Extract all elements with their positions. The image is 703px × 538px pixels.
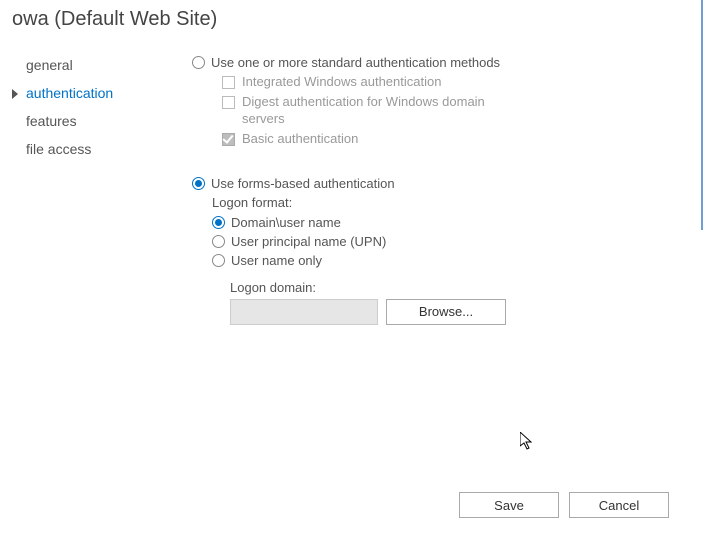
radio-selected-icon xyxy=(192,177,205,190)
digest-auth-checkbox-row[interactable]: Digest authentication for Windows domain… xyxy=(222,94,691,128)
browse-button[interactable]: Browse... xyxy=(386,299,506,325)
standard-auth-label: Use one or more standard authentication … xyxy=(211,55,500,70)
upn-radio-row[interactable]: User principal name (UPN) xyxy=(212,234,691,249)
logon-domain-controls: Browse... xyxy=(230,299,691,325)
sidebar: general authentication features file acc… xyxy=(12,41,152,325)
cancel-button[interactable]: Cancel xyxy=(569,492,669,518)
domain-username-label: Domain\user name xyxy=(231,215,341,230)
checkbox-checked-icon xyxy=(222,133,235,146)
logon-domain-section: Logon domain: Browse... xyxy=(230,280,691,325)
main-panel: Use one or more standard authentication … xyxy=(152,41,691,325)
standard-auth-radio-row[interactable]: Use one or more standard authentication … xyxy=(192,55,691,70)
basic-auth-label: Basic authentication xyxy=(242,131,358,148)
checkbox-icon xyxy=(222,76,235,89)
content-area: general authentication features file acc… xyxy=(0,41,703,325)
forms-auth-radio-row[interactable]: Use forms-based authentication xyxy=(192,176,691,191)
sidebar-item-general[interactable]: general xyxy=(12,51,152,79)
footer-buttons: Save Cancel xyxy=(459,492,669,518)
sidebar-item-file-access[interactable]: file access xyxy=(12,135,152,163)
radio-selected-icon xyxy=(212,216,225,229)
radio-icon xyxy=(192,56,205,69)
forms-auth-section: Use forms-based authentication Logon for… xyxy=(192,176,691,325)
sidebar-item-features[interactable]: features xyxy=(12,107,152,135)
forms-auth-label: Use forms-based authentication xyxy=(211,176,395,191)
domain-username-radio-row[interactable]: Domain\user name xyxy=(212,215,691,230)
digest-auth-label: Digest authentication for Windows domain… xyxy=(242,94,522,128)
checkbox-icon xyxy=(222,96,235,109)
page-title: owa (Default Web Site) xyxy=(0,0,703,41)
logon-domain-input[interactable] xyxy=(230,299,378,325)
integrated-windows-label: Integrated Windows authentication xyxy=(242,74,441,91)
radio-icon xyxy=(212,254,225,267)
logon-format-group: Domain\user name User principal name (UP… xyxy=(212,215,691,268)
upn-label: User principal name (UPN) xyxy=(231,234,386,249)
basic-auth-checkbox-row[interactable]: Basic authentication xyxy=(222,131,691,148)
logon-format-label: Logon format: xyxy=(212,195,691,210)
logon-domain-label: Logon domain: xyxy=(230,280,691,295)
sidebar-item-authentication[interactable]: authentication xyxy=(12,79,152,107)
save-button[interactable]: Save xyxy=(459,492,559,518)
username-only-label: User name only xyxy=(231,253,322,268)
integrated-windows-checkbox-row[interactable]: Integrated Windows authentication xyxy=(222,74,691,91)
radio-icon xyxy=(212,235,225,248)
username-only-radio-row[interactable]: User name only xyxy=(212,253,691,268)
cursor-icon xyxy=(520,432,536,452)
